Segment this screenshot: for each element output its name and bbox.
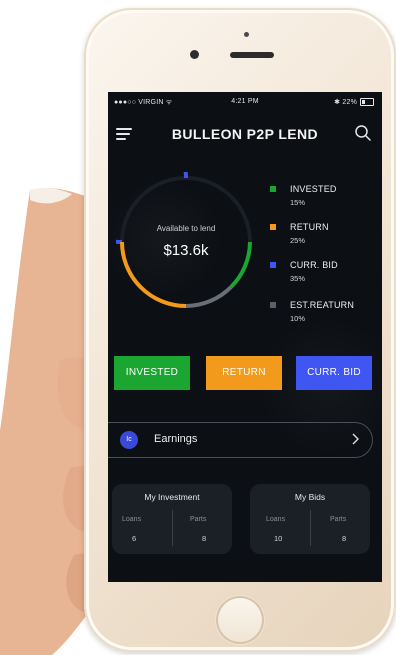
parts-value: 8	[202, 534, 207, 543]
earnings-label: Earnings	[154, 433, 198, 445]
legend-label: CURR. BID	[290, 260, 338, 270]
available-to-lend-value: $13.6k	[163, 242, 209, 259]
home-button[interactable]	[216, 596, 264, 644]
proximity-sensor	[244, 32, 249, 37]
loans-label: Loans	[266, 516, 286, 523]
my-investment-card[interactable]: My Investment Loans 6 Parts 8	[112, 484, 232, 554]
legend-item-curr-bid: CURR. BID 35%	[270, 260, 374, 286]
invested-button[interactable]: INVESTED	[114, 356, 190, 390]
legend-swatch-curr-bid	[270, 262, 276, 268]
legend-item-est-return: EST.REATURN 10%	[270, 300, 374, 326]
app-screen: ●●●○○ VIRGIN ᯤ 4:21 PM ✱ 22% BULLEON P2P…	[108, 92, 382, 582]
legend-swatch-invested	[270, 186, 276, 192]
parts-label: Parts	[190, 516, 207, 523]
battery-percent: ✱ 22%	[334, 99, 357, 106]
curr-bid-button[interactable]: CURR. BID	[296, 356, 372, 390]
battery-icon	[360, 98, 374, 106]
legend-label: EST.REATURN	[290, 300, 355, 310]
legend-percent: 25%	[290, 236, 306, 245]
available-to-lend-label: Available to lend	[156, 224, 216, 233]
earpiece-speaker	[230, 52, 274, 58]
parts-value: 8	[342, 534, 347, 543]
legend-item-invested: INVESTED 15%	[270, 184, 374, 210]
search-icon[interactable]	[354, 124, 372, 142]
loans-value: 10	[274, 534, 283, 543]
chevron-right-icon	[352, 433, 359, 445]
legend-label: INVESTED	[290, 184, 337, 194]
legend-swatch-return	[270, 224, 276, 230]
my-bids-title: My Bids	[294, 492, 326, 502]
legend-label: RETURN	[290, 222, 329, 232]
loans-value: 6	[132, 534, 137, 543]
my-bids-card[interactable]: My Bids Loans 10 Parts 8	[250, 484, 370, 554]
card-divider	[310, 510, 311, 546]
legend-percent: 35%	[290, 274, 306, 283]
status-bar: ●●●○○ VIRGIN ᯤ 4:21 PM ✱ 22%	[108, 98, 382, 110]
legend-item-return: RETURN 25%	[270, 222, 374, 248]
card-divider	[172, 510, 173, 546]
donut-center: Available to lend $13.6k	[116, 172, 256, 312]
legend-percent: 10%	[290, 314, 306, 323]
battery-status: ✱ 22%	[334, 98, 374, 106]
app-title: BULLEON P2P LEND	[171, 126, 319, 142]
loans-label: Loans	[122, 516, 142, 523]
front-camera	[190, 50, 199, 59]
app-bar: BULLEON P2P LEND	[108, 122, 382, 146]
parts-label: Parts	[330, 516, 347, 523]
legend-percent: 15%	[290, 198, 306, 207]
return-button[interactable]: RETURN	[206, 356, 282, 390]
earnings-row[interactable]: Ic Earnings	[108, 422, 373, 458]
legend-swatch-est-return	[270, 302, 276, 308]
my-investment-title: My Investment	[144, 492, 200, 502]
earnings-icon: Ic	[120, 431, 138, 449]
